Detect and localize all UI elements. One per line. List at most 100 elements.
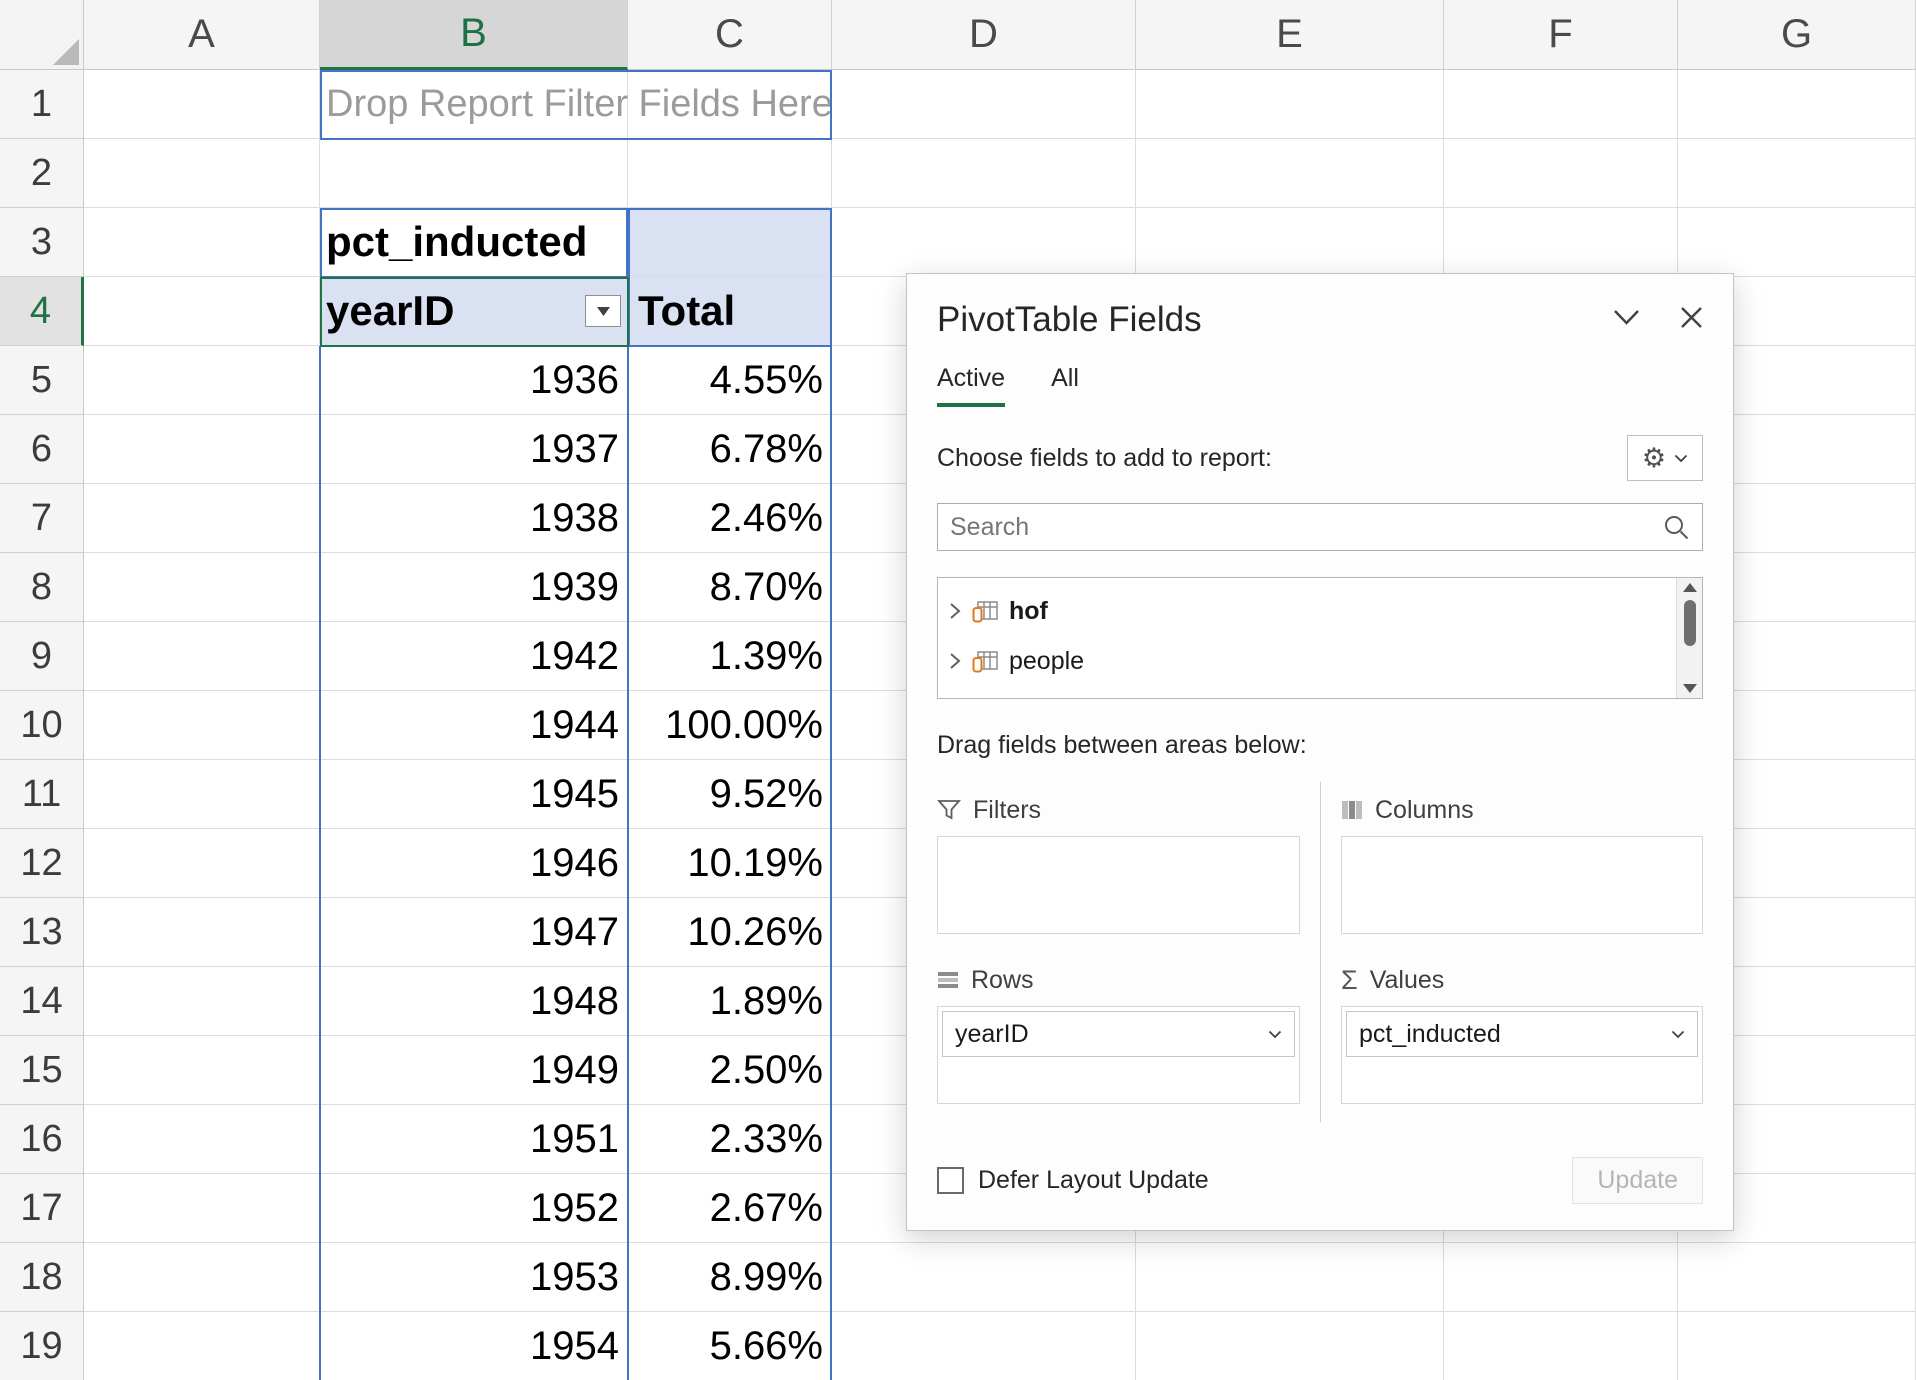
scroll-up-icon[interactable]	[1683, 583, 1697, 592]
rows-dropzone[interactable]: yearID	[937, 1006, 1300, 1104]
cell-C12[interactable]: 10.19%	[628, 829, 832, 898]
tools-button[interactable]: ⚙	[1627, 435, 1703, 481]
cell-B2[interactable]	[320, 139, 628, 208]
search-icon[interactable]	[1662, 513, 1690, 541]
filters-dropzone[interactable]	[937, 836, 1300, 934]
cell-A9[interactable]	[84, 622, 320, 691]
tab-active[interactable]: Active	[937, 364, 1005, 407]
cell-B11[interactable]: 1945	[320, 760, 628, 829]
search-input[interactable]	[950, 513, 1662, 542]
chevron-down-icon[interactable]	[1613, 309, 1640, 326]
cell-B7[interactable]: 1938	[320, 484, 628, 553]
cell-D18[interactable]	[832, 1243, 1136, 1312]
cell-C8[interactable]: 8.70%	[628, 553, 832, 622]
cell-C6[interactable]: 6.78%	[628, 415, 832, 484]
cell-C15[interactable]: 2.50%	[628, 1036, 832, 1105]
select-all-corner[interactable]	[0, 0, 84, 70]
row-header-2[interactable]: 2	[0, 139, 84, 208]
cell-A14[interactable]	[84, 967, 320, 1036]
row-header-6[interactable]: 6	[0, 415, 84, 484]
cell-B19[interactable]: 1954	[320, 1312, 628, 1380]
cell-G3[interactable]	[1678, 208, 1916, 277]
cell-A8[interactable]	[84, 553, 320, 622]
cell-C2[interactable]	[628, 139, 832, 208]
scroll-down-icon[interactable]	[1683, 684, 1697, 693]
row-header-9[interactable]: 9	[0, 622, 84, 691]
values-dropzone[interactable]: pct_inducted	[1341, 1006, 1703, 1104]
cell-A18[interactable]	[84, 1243, 320, 1312]
cell-G18[interactable]	[1678, 1243, 1916, 1312]
cell-A11[interactable]	[84, 760, 320, 829]
cell-D1[interactable]	[832, 70, 1136, 139]
column-header-D[interactable]: D	[832, 0, 1136, 70]
field-item-hof[interactable]: hof	[948, 586, 1672, 636]
cell-G19[interactable]	[1678, 1312, 1916, 1380]
cell-A2[interactable]	[84, 139, 320, 208]
cell-D19[interactable]	[832, 1312, 1136, 1380]
cell-A4[interactable]	[84, 277, 320, 346]
cell-F1[interactable]	[1444, 70, 1678, 139]
cell-C14[interactable]: 1.89%	[628, 967, 832, 1036]
values-field-pct-inducted[interactable]: pct_inducted	[1346, 1011, 1698, 1057]
cell-C13[interactable]: 10.26%	[628, 898, 832, 967]
cell-E3[interactable]	[1136, 208, 1444, 277]
row-header-12[interactable]: 12	[0, 829, 84, 898]
row-header-7[interactable]: 7	[0, 484, 84, 553]
row-header-4[interactable]: 4	[0, 277, 84, 346]
row-header-16[interactable]: 16	[0, 1105, 84, 1174]
filters-area[interactable]: Filters	[937, 782, 1320, 952]
row-header-3[interactable]: 3	[0, 208, 84, 277]
cell-B12[interactable]: 1946	[320, 829, 628, 898]
cell-F3[interactable]	[1444, 208, 1678, 277]
cell-C5[interactable]: 4.55%	[628, 346, 832, 415]
cell-A16[interactable]	[84, 1105, 320, 1174]
cell-C9[interactable]: 1.39%	[628, 622, 832, 691]
cell-B8[interactable]: 1939	[320, 553, 628, 622]
cell-E2[interactable]	[1136, 139, 1444, 208]
row-header-18[interactable]: 18	[0, 1243, 84, 1312]
column-header-G[interactable]: G	[1678, 0, 1916, 70]
cell-C17[interactable]: 2.67%	[628, 1174, 832, 1243]
close-icon[interactable]	[1680, 306, 1703, 329]
cell-C10[interactable]: 100.00%	[628, 691, 832, 760]
cell-E18[interactable]	[1136, 1243, 1444, 1312]
cell-C7[interactable]: 2.46%	[628, 484, 832, 553]
rows-area[interactable]: Rows yearID	[937, 952, 1320, 1122]
row-header-10[interactable]: 10	[0, 691, 84, 760]
cell-D3[interactable]	[832, 208, 1136, 277]
row-header-11[interactable]: 11	[0, 760, 84, 829]
cell-A13[interactable]	[84, 898, 320, 967]
cell-D2[interactable]	[832, 139, 1136, 208]
defer-layout-update[interactable]: Defer Layout Update	[937, 1166, 1209, 1195]
cell-E1[interactable]	[1136, 70, 1444, 139]
scrollbar-thumb[interactable]	[1684, 600, 1696, 646]
columns-dropzone[interactable]	[1341, 836, 1703, 934]
column-header-F[interactable]: F	[1444, 0, 1678, 70]
field-list-scrollbar[interactable]	[1676, 578, 1702, 698]
cell-B6[interactable]: 1937	[320, 415, 628, 484]
row-header-19[interactable]: 19	[0, 1312, 84, 1380]
row-header-17[interactable]: 17	[0, 1174, 84, 1243]
cell-A1[interactable]	[84, 70, 320, 139]
cell-C3[interactable]	[628, 208, 832, 277]
column-header-A[interactable]: A	[84, 0, 320, 70]
cell-A12[interactable]	[84, 829, 320, 898]
cell-C11[interactable]: 9.52%	[628, 760, 832, 829]
cell-B5[interactable]: 1936	[320, 346, 628, 415]
cell-B17[interactable]: 1952	[320, 1174, 628, 1243]
defer-checkbox[interactable]	[937, 1167, 964, 1194]
cell-B16[interactable]: 1951	[320, 1105, 628, 1174]
cell-A15[interactable]	[84, 1036, 320, 1105]
row-header-15[interactable]: 15	[0, 1036, 84, 1105]
cell-A17[interactable]	[84, 1174, 320, 1243]
cell-F18[interactable]	[1444, 1243, 1678, 1312]
column-header-B[interactable]: B	[320, 0, 628, 70]
cell-G1[interactable]	[1678, 70, 1916, 139]
row-header-14[interactable]: 14	[0, 967, 84, 1036]
cell-A6[interactable]	[84, 415, 320, 484]
cell-A10[interactable]	[84, 691, 320, 760]
yearid-filter-button[interactable]	[585, 295, 621, 327]
cell-A19[interactable]	[84, 1312, 320, 1380]
cell-B14[interactable]: 1948	[320, 967, 628, 1036]
cell-B9[interactable]: 1942	[320, 622, 628, 691]
